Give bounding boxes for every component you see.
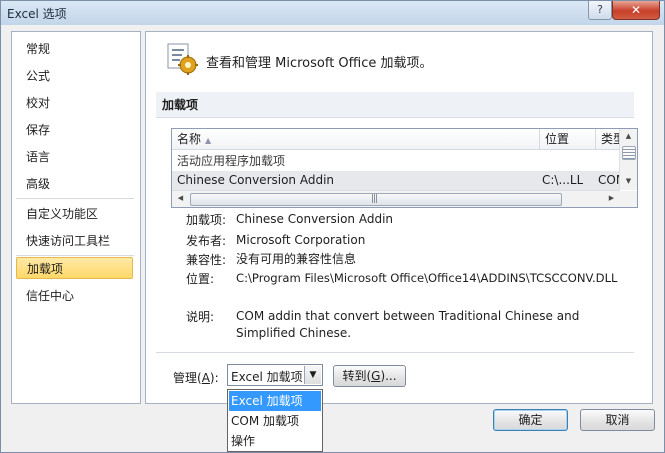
go-button[interactable]: 转到(G)... [333, 365, 406, 387]
chevron-down-icon[interactable]: ▼ [304, 366, 321, 384]
addin-label: 加载项: [186, 213, 227, 227]
addin-value: Chinese Conversion Addin [236, 212, 394, 226]
scroll-grip-icon: ||| [371, 194, 378, 204]
column-header-name[interactable]: 名称 ▲ [172, 129, 540, 149]
nav-divider [16, 198, 134, 199]
addins-gear-icon [167, 43, 198, 75]
nav-item-addins[interactable]: 加载项 [16, 257, 133, 279]
nav-item-general[interactable]: 常规 [16, 38, 133, 60]
option-actions[interactable]: 操作 [229, 431, 321, 451]
sort-ascending-icon: ▲ [205, 136, 212, 145]
page-description: 查看和管理 Microsoft Office 加载项。 [206, 56, 433, 71]
scroll-left-icon[interactable]: ◀ [173, 191, 188, 206]
addins-panel: 查看和管理 Microsoft Office 加载项。 加载项 名称 ▲ 位置 类… [145, 31, 653, 404]
cell-name: Chinese Conversion Addin [177, 173, 335, 187]
scroll-thumb[interactable] [622, 146, 636, 160]
column-header-type[interactable]: 类型 [596, 129, 620, 149]
description-label: 说明: [186, 310, 215, 324]
scroll-up-icon[interactable]: ▲ [621, 129, 636, 144]
horizontal-scroll-thumb[interactable]: ||| [190, 193, 562, 206]
excel-options-dialog: Excel 选项 ? ✕ 常规 公式 校对 保存 语言 高级 自定义功能区 快速… [0, 0, 665, 453]
group-label-active-addins: 活动应用程序加载项 [177, 154, 286, 168]
options-nav: 常规 公式 校对 保存 语言 高级 自定义功能区 快速访问工具栏 加载项 信任中… [11, 31, 141, 404]
ok-button[interactable]: 确定 [493, 409, 568, 431]
manage-select-value: Excel 加载项 [231, 370, 303, 384]
divider [156, 352, 634, 353]
location-label: 位置: [186, 272, 215, 286]
manage-select[interactable]: Excel 加载项 ▼ [227, 364, 323, 386]
title-bar: Excel 选项 ? ✕ [1, 1, 664, 25]
nav-divider [16, 255, 134, 256]
list-header: 名称▲ 位置 类型 [172, 129, 620, 150]
nav-item-formulas[interactable]: 公式 [16, 65, 133, 87]
nav-item-customize-ribbon[interactable]: 自定义功能区 [16, 203, 133, 225]
nav-item-trust-center[interactable]: 信任中心 [16, 285, 133, 307]
cancel-button[interactable]: 取消 [580, 409, 655, 431]
close-button[interactable]: ✕ [612, 1, 660, 20]
manage-label: 管理(A): [173, 371, 219, 385]
horizontal-scrollbar[interactable]: ◀ ||| ▶ [172, 190, 620, 207]
scrollbar-corner [620, 191, 637, 207]
cell-type: COM [598, 173, 620, 187]
table-row[interactable]: Chinese Conversion Addin C:\...LL COM [172, 171, 620, 190]
compatibility-value: 没有可用的兼容性信息 [236, 252, 357, 266]
section-header-addins: 加载项 [156, 92, 634, 118]
nav-item-language[interactable]: 语言 [16, 146, 133, 168]
publisher-value: Microsoft Corporation [236, 233, 366, 247]
column-header-location[interactable]: 位置 [540, 129, 596, 149]
addins-list[interactable]: 名称▲ 位置 类型 活动应用程序加载项 Chinese Conversion A… [171, 128, 638, 208]
nav-item-save[interactable]: 保存 [16, 119, 133, 141]
location-value: C:\Program Files\Microsoft Office\Office… [236, 271, 618, 285]
manage-dropdown-list[interactable]: Excel 加载项 COM 加载项 操作 [227, 389, 323, 452]
compatibility-label: 兼容性: [186, 253, 227, 267]
nav-item-quick-access-toolbar[interactable]: 快速访问工具栏 [16, 230, 133, 252]
scroll-right-icon[interactable]: ▶ [604, 191, 619, 206]
scroll-down-icon[interactable]: ▼ [621, 174, 636, 189]
description-value: COM addin that convert between Tradition… [236, 309, 580, 340]
publisher-label: 发布者: [186, 234, 227, 248]
option-excel-addins[interactable]: Excel 加载项 [229, 391, 321, 411]
nav-item-proofing[interactable]: 校对 [16, 92, 133, 114]
cell-location: C:\...LL [542, 173, 584, 187]
window-title: Excel 选项 [7, 7, 67, 21]
nav-item-advanced[interactable]: 高级 [16, 173, 133, 195]
vertical-scrollbar[interactable]: ▲ ▼ [619, 129, 637, 190]
help-button[interactable]: ? [588, 1, 612, 20]
option-com-addins[interactable]: COM 加载项 [229, 411, 321, 431]
